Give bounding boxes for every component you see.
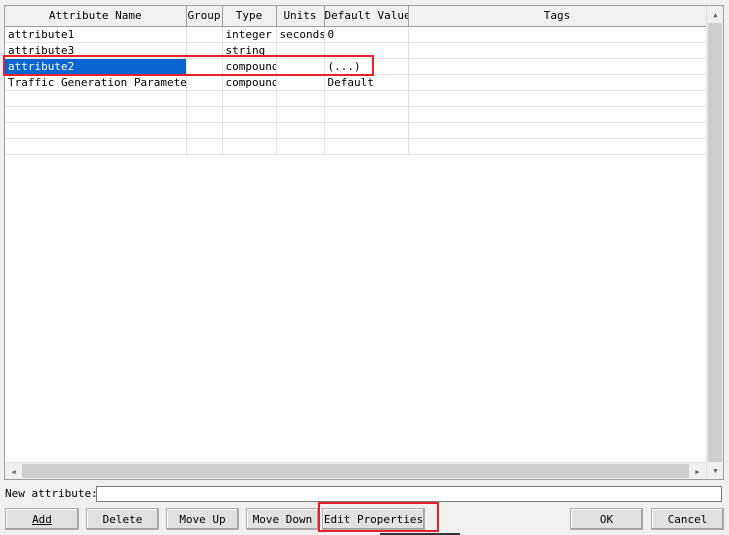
cell-units[interactable] (276, 106, 325, 123)
cell-units[interactable] (276, 138, 325, 155)
cell-name[interactable]: Traffic Generation Parameters (5, 74, 187, 91)
vertical-scrollbar[interactable]: ▲ ▼ (706, 6, 723, 479)
table-row[interactable]: Traffic Generation Parameters compound D… (5, 74, 707, 91)
cell-type[interactable] (222, 90, 277, 107)
move-down-button[interactable]: Move Down (246, 508, 319, 530)
cell-default[interactable]: 0 (324, 26, 409, 43)
cell-tags[interactable] (408, 106, 707, 123)
table-row-selected[interactable]: attribute2 compound (...) (5, 58, 707, 75)
cell-type[interactable] (222, 122, 277, 139)
cell-tags[interactable] (408, 122, 707, 139)
table-row[interactable] (5, 138, 707, 155)
cell-group[interactable] (186, 74, 223, 91)
cell-units[interactable]: seconds (276, 26, 325, 43)
cell-name[interactable]: attribute1 (5, 26, 187, 43)
table-row[interactable] (5, 90, 707, 107)
cell-units[interactable] (276, 58, 325, 75)
scroll-up-arrow-icon[interactable]: ▲ (707, 6, 724, 23)
cell-type[interactable]: compound (222, 74, 277, 91)
table-row[interactable]: attribute3 string (5, 42, 707, 59)
col-header-tags[interactable]: Tags (408, 6, 707, 27)
new-attribute-label: New attribute: (5, 487, 98, 500)
attribute-table: Attribute Name Group Type Units Default … (5, 6, 707, 155)
move-up-button[interactable]: Move Up (166, 508, 239, 530)
cell-units[interactable] (276, 42, 325, 59)
cell-group[interactable] (186, 26, 223, 43)
vertical-scroll-thumb[interactable] (708, 23, 722, 462)
cell-group[interactable] (186, 90, 223, 107)
cell-group[interactable] (186, 42, 223, 59)
delete-button[interactable]: Delete (86, 508, 159, 530)
scroll-right-arrow-icon[interactable]: ▶ (689, 463, 706, 480)
cell-name[interactable] (5, 106, 187, 123)
cell-default[interactable]: (...) (324, 58, 409, 75)
add-button[interactable]: Add (5, 508, 79, 530)
table-row[interactable] (5, 122, 707, 139)
cell-group[interactable] (186, 58, 223, 75)
cell-tags[interactable] (408, 74, 707, 91)
cell-default[interactable]: Default (324, 74, 409, 91)
col-header-units[interactable]: Units (276, 6, 325, 27)
cell-type[interactable]: string (222, 42, 277, 59)
attribute-grid[interactable]: Attribute Name Group Type Units Default … (4, 5, 724, 480)
table-row[interactable]: attribute1 integer seconds 0 (5, 26, 707, 43)
cell-group[interactable] (186, 138, 223, 155)
table-row[interactable] (5, 106, 707, 123)
cell-tags[interactable] (408, 42, 707, 59)
cell-units[interactable] (276, 90, 325, 107)
edit-properties-button[interactable]: Edit Properties (322, 508, 425, 530)
cell-default[interactable] (324, 42, 409, 59)
cell-tags[interactable] (408, 26, 707, 43)
cell-name[interactable] (5, 122, 187, 139)
header-row: Attribute Name Group Type Units Default … (5, 6, 707, 27)
col-header-default-value[interactable]: Default Value (324, 6, 409, 27)
cell-type[interactable] (222, 106, 277, 123)
horizontal-scroll-thumb[interactable] (22, 464, 689, 478)
cell-default[interactable] (324, 106, 409, 123)
scroll-down-arrow-icon[interactable]: ▼ (707, 462, 724, 479)
cell-name[interactable] (5, 90, 187, 107)
cancel-button[interactable]: Cancel (651, 508, 724, 530)
cell-units[interactable] (276, 122, 325, 139)
cell-units[interactable] (276, 74, 325, 91)
cell-type[interactable] (222, 138, 277, 155)
cell-tags[interactable] (408, 90, 707, 107)
cell-default[interactable] (324, 122, 409, 139)
cell-name-selected[interactable]: attribute2 (5, 58, 187, 75)
ok-button[interactable]: OK (570, 508, 643, 530)
horizontal-scrollbar[interactable]: ◀ ▶ (5, 462, 706, 479)
cell-tags[interactable] (408, 58, 707, 75)
new-attribute-input[interactable] (96, 486, 722, 502)
cell-name[interactable] (5, 138, 187, 155)
cell-name[interactable]: attribute3 (5, 42, 187, 59)
cell-default[interactable] (324, 138, 409, 155)
cell-group[interactable] (186, 122, 223, 139)
cell-type[interactable]: integer (222, 26, 277, 43)
cell-group[interactable] (186, 106, 223, 123)
cell-tags[interactable] (408, 138, 707, 155)
col-header-type[interactable]: Type (222, 6, 277, 27)
col-header-group[interactable]: Group (186, 6, 223, 27)
scroll-left-arrow-icon[interactable]: ◀ (5, 463, 22, 480)
cell-default[interactable] (324, 90, 409, 107)
cell-type[interactable]: compound (222, 58, 277, 75)
col-header-attribute-name[interactable]: Attribute Name (5, 6, 187, 27)
